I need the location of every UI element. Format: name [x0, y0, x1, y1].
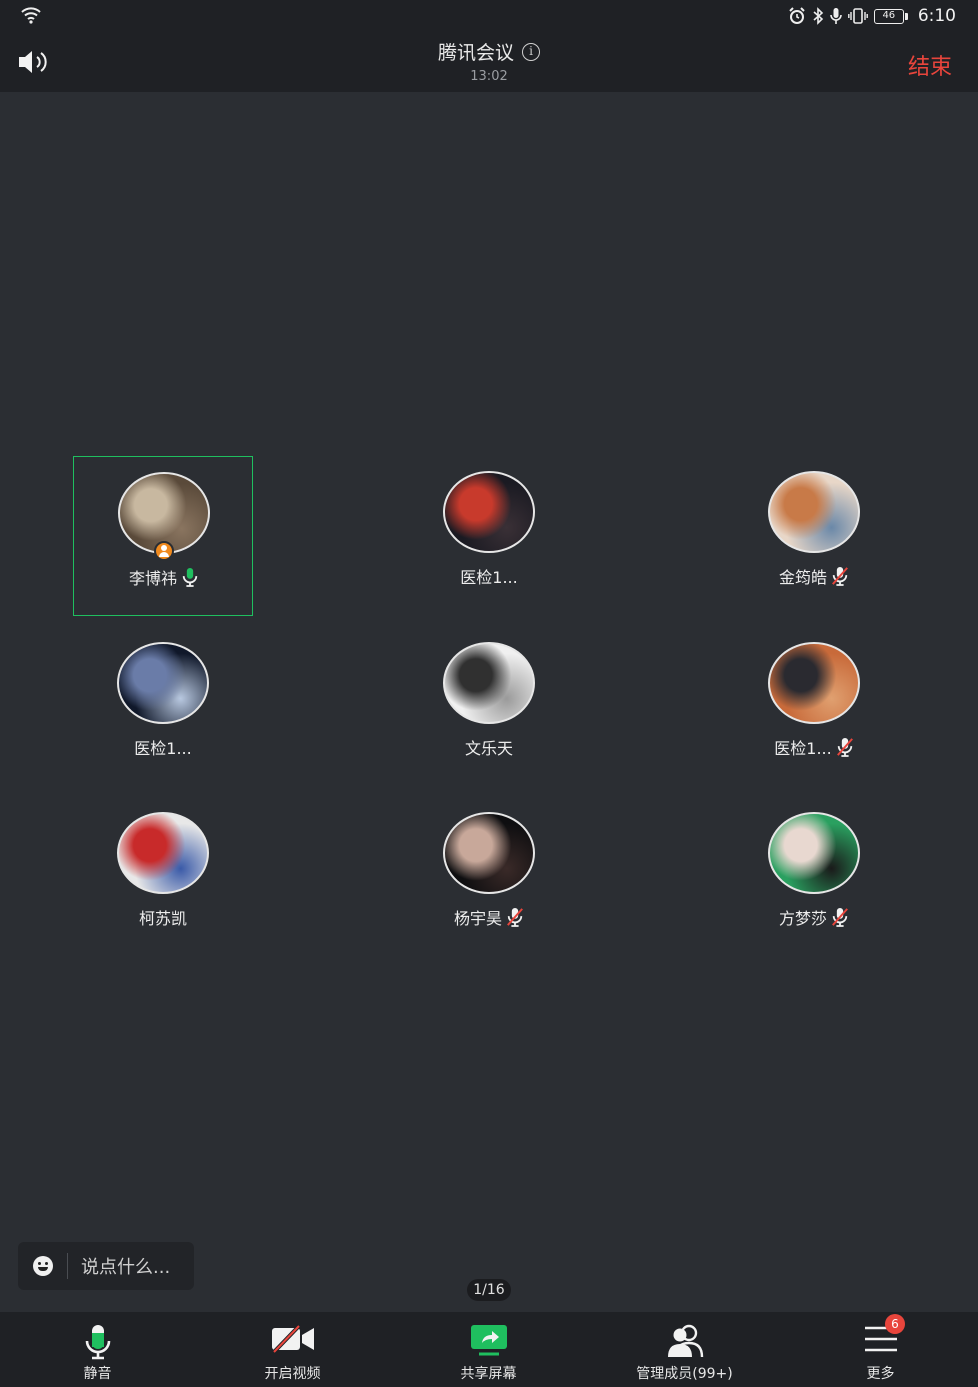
mute-label: 静音 — [83, 1366, 112, 1382]
participant-name: 医检1... — [460, 568, 518, 587]
mic-active-icon — [182, 568, 198, 587]
participant-name: 医检1... — [134, 739, 192, 758]
manage-members-button[interactable]: 管理成员(99+) — [587, 1312, 782, 1387]
mute-button[interactable]: 静音 — [0, 1312, 195, 1387]
host-badge-icon — [154, 541, 174, 561]
avatar — [443, 471, 535, 553]
chat-divider — [67, 1253, 68, 1279]
members-icon — [667, 1324, 703, 1358]
mic-status-icon — [830, 8, 842, 24]
alarm-icon — [789, 7, 805, 24]
participant-name-row: 文乐天 — [399, 735, 579, 759]
mic-muted-icon — [507, 908, 523, 927]
more-badge: 6 — [885, 1314, 905, 1334]
share-screen-icon — [470, 1325, 507, 1356]
participant-tile[interactable]: 金筠皓 — [724, 456, 904, 616]
participant-name-row: 柯苏凯 — [73, 905, 253, 929]
avatar — [768, 642, 860, 724]
emoji-icon[interactable] — [33, 1256, 53, 1276]
participant-tile[interactable]: 医检1... — [724, 627, 904, 787]
avatar — [443, 642, 535, 724]
battery-level: 46 — [873, 8, 904, 24]
info-icon[interactable]: i — [522, 42, 540, 61]
bluetooth-icon — [813, 7, 823, 25]
participant-name: 医检1... — [774, 739, 832, 758]
participant-tile[interactable]: 方梦莎 — [724, 797, 904, 957]
chat-input[interactable]: 说点什么... — [18, 1242, 194, 1290]
start-video-label: 开启视频 — [264, 1366, 321, 1382]
mic-muted-icon — [832, 567, 848, 586]
meeting-header: 腾讯会议 i 13:02 结束 — [0, 32, 978, 92]
avatar — [443, 812, 535, 894]
start-video-button[interactable]: 开启视频 — [195, 1312, 390, 1387]
bottom-toolbar: 静音 开启视频 共享屏幕 管理成员(99+) 更多 — [0, 1312, 978, 1387]
participant-name-row: 李博祎 — [74, 565, 254, 589]
participant-name-row: 金筠皓 — [724, 564, 904, 588]
avatar — [117, 812, 209, 894]
manage-members-label: 管理成员(99+) — [636, 1366, 733, 1382]
participant-name-row: 杨宇昊 — [399, 905, 579, 929]
battery-icon: 46 — [873, 8, 908, 24]
share-screen-label: 共享屏幕 — [460, 1366, 517, 1382]
meeting-title: 腾讯会议 — [437, 42, 514, 64]
status-bar: 46 6:10 — [0, 0, 978, 32]
participant-name: 方梦莎 — [778, 909, 827, 928]
more-label: 更多 — [866, 1366, 895, 1382]
wifi-icon — [21, 7, 41, 24]
avatar — [768, 812, 860, 894]
participant-name: 文乐天 — [464, 739, 513, 758]
participant-name-row: 医检1... — [724, 735, 904, 759]
participant-tile[interactable]: 李博祎 — [73, 456, 253, 616]
avatar — [768, 471, 860, 553]
participant-tile[interactable]: 文乐天 — [399, 627, 579, 787]
meeting-duration: 13:02 — [470, 69, 508, 84]
participant-name: 杨宇昊 — [453, 909, 502, 928]
video-off-icon — [271, 1324, 314, 1354]
share-screen-button[interactable]: 共享屏幕 — [391, 1312, 586, 1387]
participant-name: 金筠皓 — [778, 568, 827, 587]
vibrate-icon — [847, 8, 868, 24]
meeting-title-block: 腾讯会议 i 13:02 — [0, 38, 978, 84]
mic-muted-icon — [832, 908, 848, 927]
avatar — [117, 642, 209, 724]
end-meeting-button[interactable]: 结束 — [908, 49, 952, 81]
participant-tile[interactable]: 杨宇昊 — [399, 797, 579, 957]
chat-placeholder: 说点什么... — [81, 1257, 171, 1278]
more-button[interactable]: 更多 — [783, 1312, 978, 1387]
participant-name-row: 医检1... — [73, 735, 253, 759]
participant-tile[interactable]: 医检1... — [399, 456, 579, 616]
participant-name-row: 方梦莎 — [724, 905, 904, 929]
microphone-icon — [85, 1325, 110, 1360]
participant-tile[interactable]: 医检1... — [73, 627, 253, 787]
participant-name: 柯苏凯 — [138, 909, 187, 928]
participant-name: 李博祎 — [128, 569, 177, 588]
page-indicator: 1/16 — [467, 1279, 511, 1301]
mic-muted-icon — [836, 738, 853, 757]
clock: 6:10 — [917, 6, 956, 26]
participant-name-row: 医检1... — [399, 564, 579, 588]
participant-tile[interactable]: 柯苏凯 — [73, 797, 253, 957]
